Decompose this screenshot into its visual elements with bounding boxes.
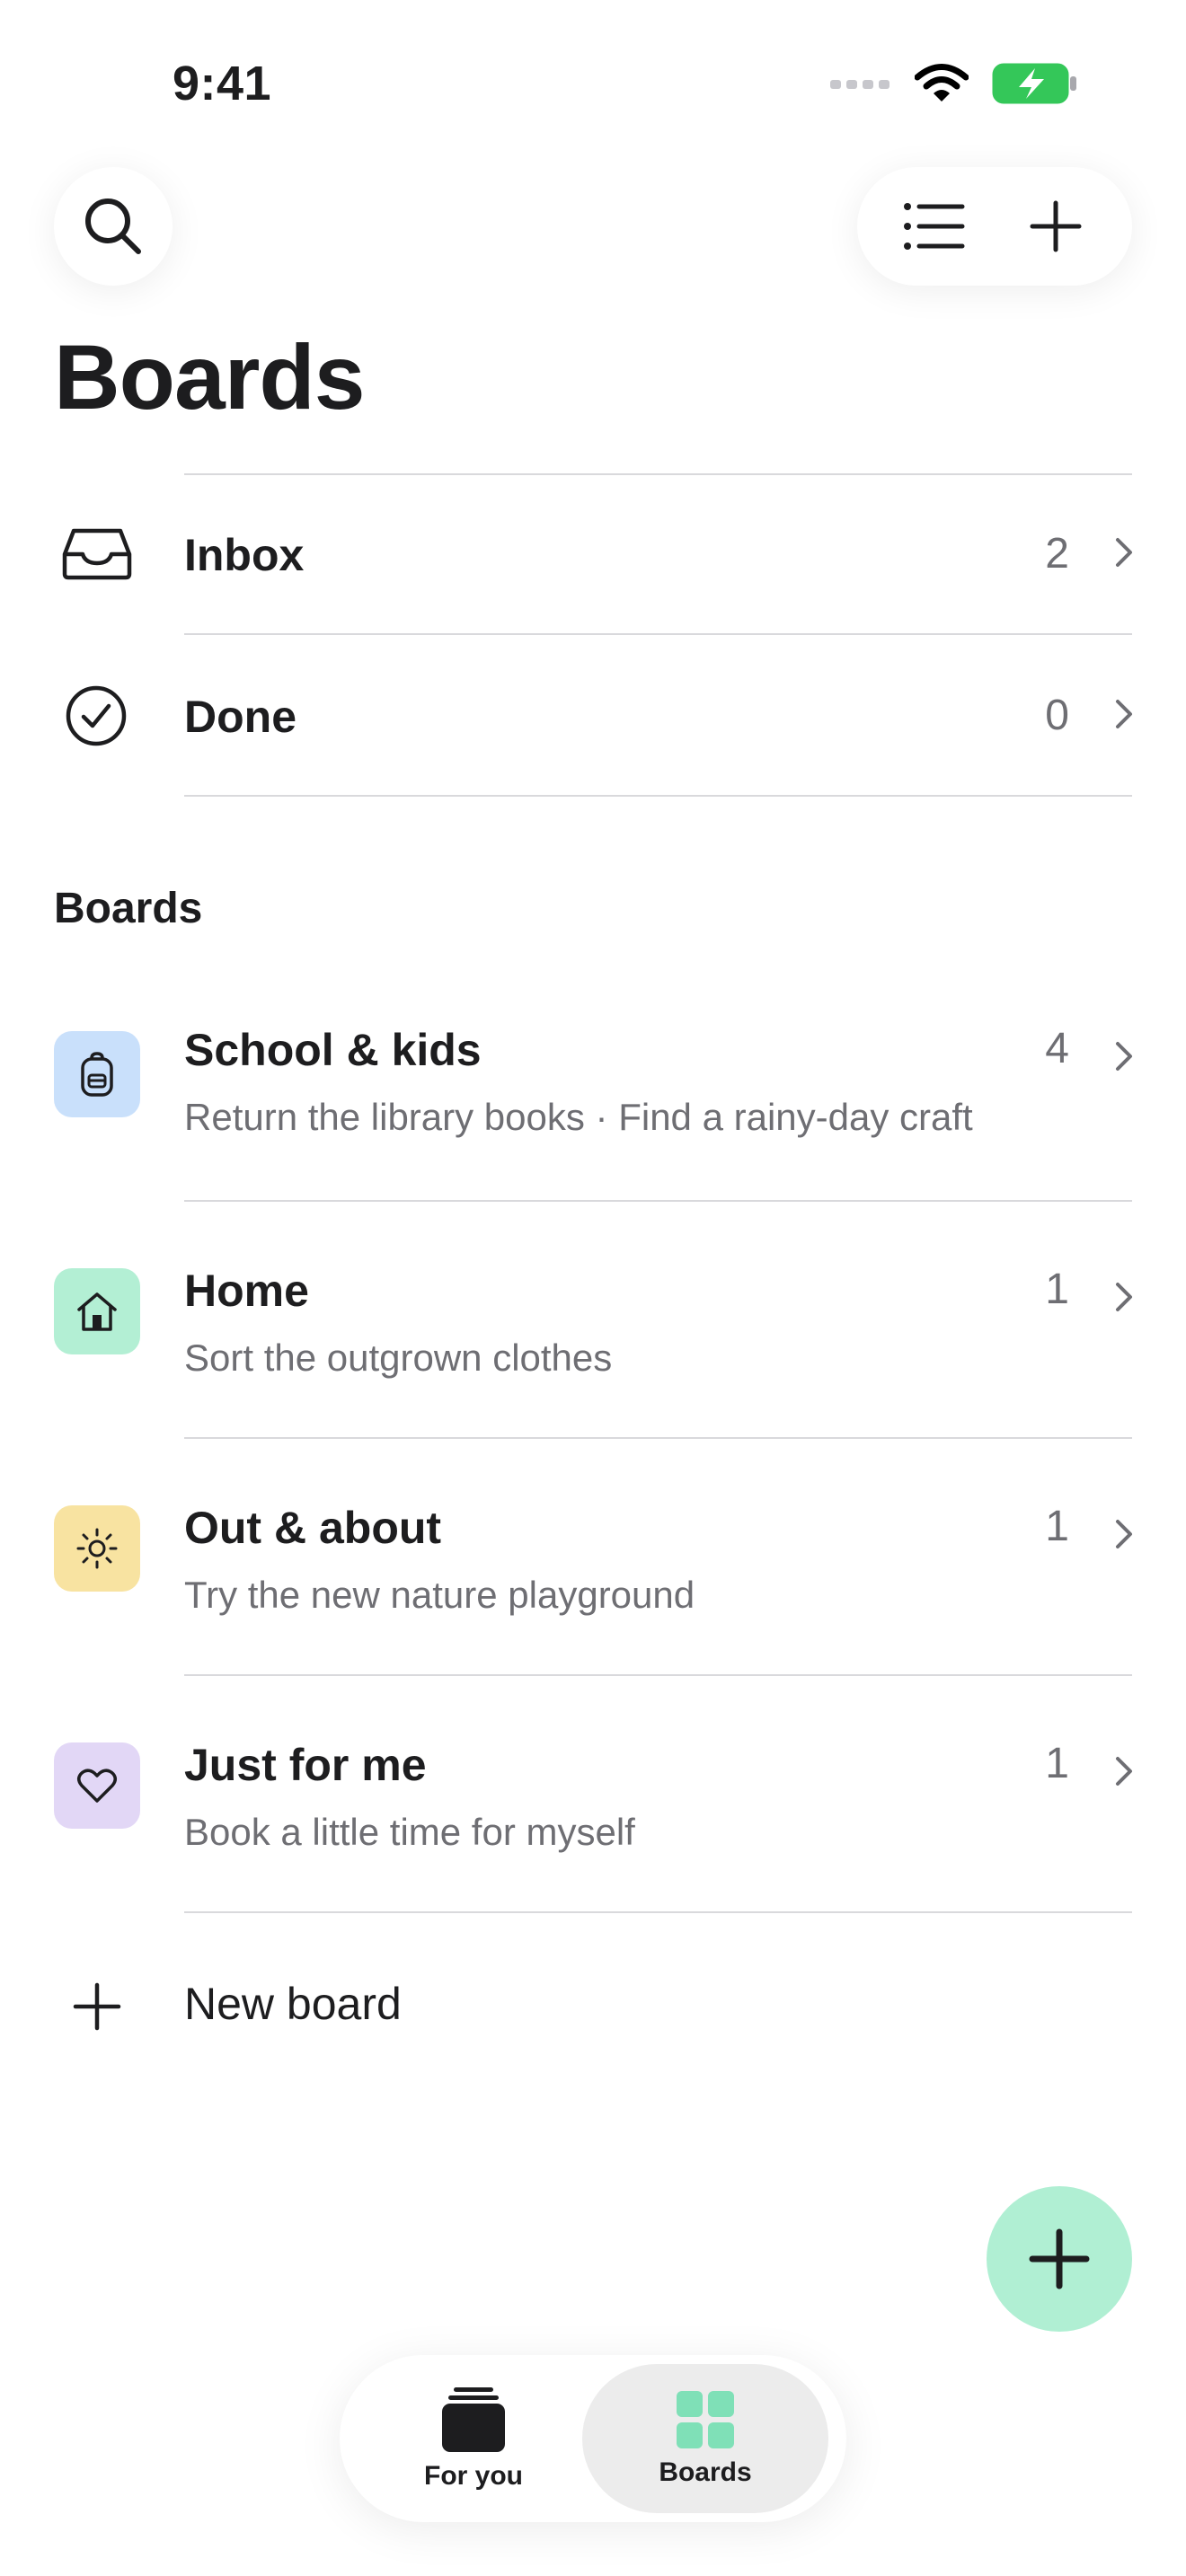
card-stack-icon [442,2387,505,2452]
board-row-out-about[interactable]: Out & about Try the new nature playgroun… [0,1439,1186,1674]
board-count: 1 [1045,1503,1069,1550]
board-icon-tile [54,1268,140,1354]
list-row-inbox[interactable]: Inbox 2 [0,475,1186,633]
chevron-right-icon [1116,700,1132,728]
status-time: 9:41 [173,57,272,110]
list-row-done[interactable]: Done 0 [0,635,1186,795]
plus-icon [73,1982,121,2031]
board-count: 4 [1045,1025,1069,1072]
tab-boards[interactable]: Boards [582,2364,828,2513]
board-title: Just for me [184,1740,427,1790]
list-view-button[interactable] [885,177,984,276]
new-board-label: New board [184,1979,402,2029]
search-button[interactable] [54,167,173,286]
list-row-count: 2 [1045,530,1069,578]
tab-label: Boards [659,2457,752,2487]
backpack-icon [81,1052,113,1097]
board-icon-tile [54,1742,140,1829]
cellular-signal-icon [830,80,890,89]
chevron-right-icon [1116,1042,1132,1071]
board-title: Home [184,1266,309,1316]
page-title: Boards [54,326,365,428]
board-title: Out & about [184,1503,442,1553]
divider [184,795,1132,797]
search-icon [85,198,141,254]
chevron-right-icon [1116,1283,1132,1311]
board-subtitle: Book a little time for myself [184,1811,635,1853]
board-row-home[interactable]: Home Sort the outgrown clothes 1 [0,1202,1186,1437]
board-icon-tile [54,1031,140,1117]
battery-charging-icon [992,63,1076,104]
section-label-boards: Boards [54,885,203,932]
grid-icon [677,2391,734,2448]
inbox-tray-icon [62,528,132,580]
wifi-icon [915,64,969,101]
board-count: 1 [1045,1740,1069,1787]
tab-for-you[interactable]: For you [350,2364,597,2513]
house-icon [77,1292,117,1331]
board-row-school-kids[interactable]: School & kids Return the library books ·… [0,984,1186,1200]
chevron-right-icon [1116,1520,1132,1548]
tab-label: For you [424,2461,523,2491]
add-button[interactable] [1006,177,1105,276]
new-board-button[interactable]: New board [0,1913,1186,2093]
list-row-count: 0 [1045,692,1069,739]
list-row-label: Done [184,692,296,742]
list-icon [903,203,964,250]
board-count: 1 [1045,1266,1069,1313]
list-row-label: Inbox [184,530,305,580]
board-subtitle: Sort the outgrown clothes [184,1337,613,1379]
board-icon-tile [54,1505,140,1592]
check-circle-icon [66,685,127,746]
heart-icon [77,1769,117,1803]
floating-add-button[interactable] [987,2186,1132,2332]
sun-icon [76,1528,118,1569]
board-subtitle: Try the new nature playground [184,1574,695,1616]
board-title: School & kids [184,1025,482,1075]
header-actions [857,167,1132,286]
board-subtitle: Return the library books · Find a rainy-… [184,1096,973,1138]
plus-icon [1029,2228,1090,2289]
status-icons [830,63,1078,104]
plus-icon [1030,200,1081,252]
tab-bar: For you Boards [340,2355,846,2522]
chevron-right-icon [1116,538,1132,567]
board-row-just-for-me[interactable]: Just for me Book a little time for mysel… [0,1676,1186,1911]
chevron-right-icon [1116,1757,1132,1786]
